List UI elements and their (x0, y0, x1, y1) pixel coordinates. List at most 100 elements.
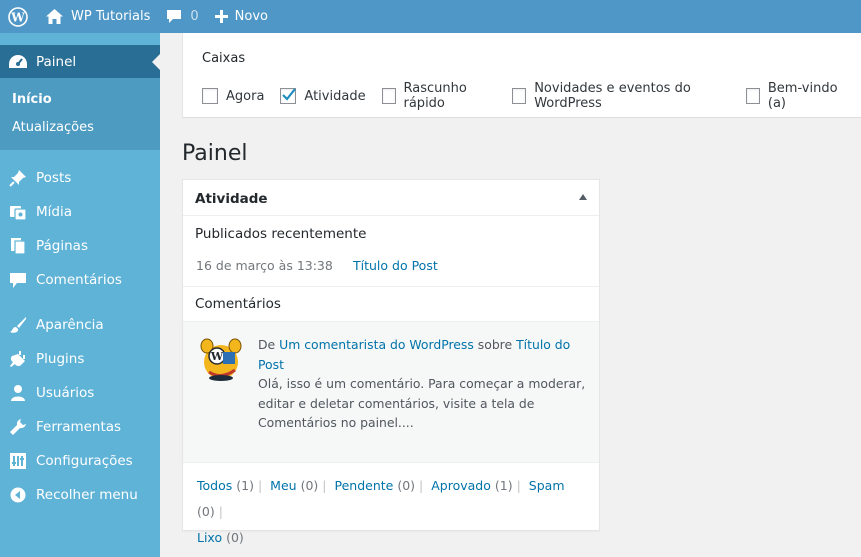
filter-aprovado[interactable]: Aprovado (431, 478, 491, 493)
menu-item-midia[interactable]: Mídia (0, 195, 160, 229)
comment-bubble-icon (166, 9, 182, 24)
checkbox-label: Rascunho rápido (403, 81, 467, 111)
filter-count: (0) (397, 478, 416, 493)
screen-options-panel: Caixas Agora Atividade Rascunho rápido N… (182, 33, 861, 118)
settings-sliders-icon (8, 451, 28, 471)
menu-item-posts[interactable]: Posts (0, 161, 160, 195)
filter-todos[interactable]: Todos (197, 478, 232, 493)
submenu-atualizacoes[interactable]: Atualizações (12, 120, 94, 135)
checkbox-box[interactable] (280, 88, 297, 104)
checkbox-box[interactable] (512, 88, 527, 104)
checkmark-icon (282, 88, 297, 101)
pages-icon (8, 236, 28, 256)
admin-bar: W WP Tutorials 0 Novo (0, 0, 861, 33)
widget-header[interactable]: Atividade (183, 180, 599, 216)
filter-count: (0) (226, 530, 244, 545)
separator: | (419, 478, 424, 493)
paintbrush-icon (8, 315, 28, 335)
comment-item: W De Um comentarista do WordPress sobre … (183, 321, 599, 463)
menu-item-comentarios[interactable]: Comentários (0, 263, 160, 297)
dashboard-icon (8, 52, 28, 72)
menu-label: Configurações (36, 453, 133, 469)
published-heading: Publicados recentemente (195, 226, 367, 242)
page-title: Painel (182, 141, 248, 166)
plug-icon (8, 349, 28, 369)
menu-item-painel[interactable]: Painel (0, 45, 160, 79)
wapuu-avatar-icon: W (200, 338, 242, 381)
published-post-link[interactable]: Título do Post (353, 258, 438, 273)
menu-item-plugins[interactable]: Plugins (0, 342, 160, 376)
activity-widget: Atividade Publicados recentemente 16 de … (182, 179, 600, 545)
comments-icon (8, 270, 28, 290)
checkbox-label: Atividade (304, 88, 366, 104)
admin-sidebar: Painel Início Atualizações Posts Mídia P… (0, 33, 160, 557)
menu-item-usuarios[interactable]: Usuários (0, 376, 160, 410)
wrench-icon (8, 417, 28, 437)
separator: | (516, 478, 521, 493)
site-name-link[interactable]: WP Tutorials (38, 0, 158, 33)
menu-label: Comentários (36, 272, 122, 288)
menu-item-aparencia[interactable]: Aparência (0, 308, 160, 342)
menu-label: Plugins (36, 351, 85, 367)
separator: | (218, 504, 223, 519)
collapse-arrow-icon (8, 485, 28, 505)
checkbox-box[interactable] (745, 88, 760, 104)
media-icon (8, 202, 28, 222)
checkbox-agora[interactable]: Agora (202, 88, 264, 104)
checkbox-novidades-eventos[interactable]: Novidades e eventos do WordPress (512, 81, 730, 111)
checkbox-label: Novidades e eventos do WordPress (534, 81, 691, 111)
collapse-menu-button[interactable]: Recolher menu (0, 478, 160, 512)
menu-label: Mídia (36, 204, 72, 220)
filter-spam[interactable]: Spam (529, 478, 565, 493)
menu-label: Posts (36, 170, 72, 186)
comments-count: 0 (190, 9, 199, 24)
comment-body: Olá, isso é um comentário. Para começar … (258, 376, 586, 430)
toggle-arrow-icon[interactable] (579, 194, 587, 200)
menu-label: Usuários (36, 385, 95, 401)
checkbox-box[interactable] (381, 88, 396, 104)
checkbox-bem-vindo[interactable]: Bem-vindo (a) (745, 81, 846, 111)
comment-on: sobre (477, 337, 513, 352)
filter-lixo[interactable]: Lixo (197, 530, 222, 545)
comment-text: De Um comentarista do WordPress sobre Tí… (258, 335, 593, 433)
checkbox-box[interactable] (202, 88, 218, 104)
separator: | (257, 478, 263, 493)
menu-item-configuracoes[interactable]: Configurações (0, 444, 160, 478)
dashboard-submenu: Início Atualizações (0, 78, 160, 150)
filter-count: (0) (197, 504, 215, 519)
screen-options-title: Caixas (202, 51, 246, 66)
comment-author-link[interactable]: Um comentarista do WordPress (279, 337, 474, 352)
menu-label: Painel (36, 54, 77, 70)
menu-item-paginas[interactable]: Páginas (0, 229, 160, 263)
filter-count: (1) (236, 478, 254, 493)
filter-count: (1) (494, 478, 513, 493)
wordpress-logo-icon[interactable]: W (0, 0, 38, 33)
new-label: Novo (234, 9, 268, 24)
menu-label: Recolher menu (36, 487, 138, 503)
comments-link[interactable]: 0 (158, 0, 206, 33)
avatar: W (199, 336, 243, 382)
filter-pendente[interactable]: Pendente (334, 478, 393, 493)
box-checkboxes: Agora Atividade Rascunho rápido Novidade… (202, 81, 861, 111)
new-content-link[interactable]: Novo (207, 0, 276, 33)
filter-meu[interactable]: Meu (270, 478, 296, 493)
user-icon (8, 383, 28, 403)
comments-heading: Comentários (195, 296, 281, 312)
submenu-inicio[interactable]: Início (12, 92, 52, 107)
checkbox-label: Bem-vindo (a) (767, 81, 838, 111)
svg-text:W: W (10, 10, 25, 24)
checkbox-rascunho-rapido[interactable]: Rascunho rápido (381, 81, 497, 111)
plus-icon (214, 10, 228, 23)
home-icon (46, 9, 63, 24)
checkbox-atividade[interactable]: Atividade (280, 88, 366, 104)
filter-count: (0) (300, 478, 319, 493)
menu-item-ferramentas[interactable]: Ferramentas (0, 410, 160, 444)
svg-text:W: W (210, 350, 224, 363)
site-name: WP Tutorials (71, 9, 151, 24)
menu-label: Ferramentas (36, 419, 122, 435)
separator: | (322, 478, 327, 493)
pushpin-icon (8, 168, 28, 188)
published-date: 16 de março às 13:38 (196, 258, 333, 273)
divider (183, 286, 599, 287)
comment-prefix: De (258, 337, 276, 352)
